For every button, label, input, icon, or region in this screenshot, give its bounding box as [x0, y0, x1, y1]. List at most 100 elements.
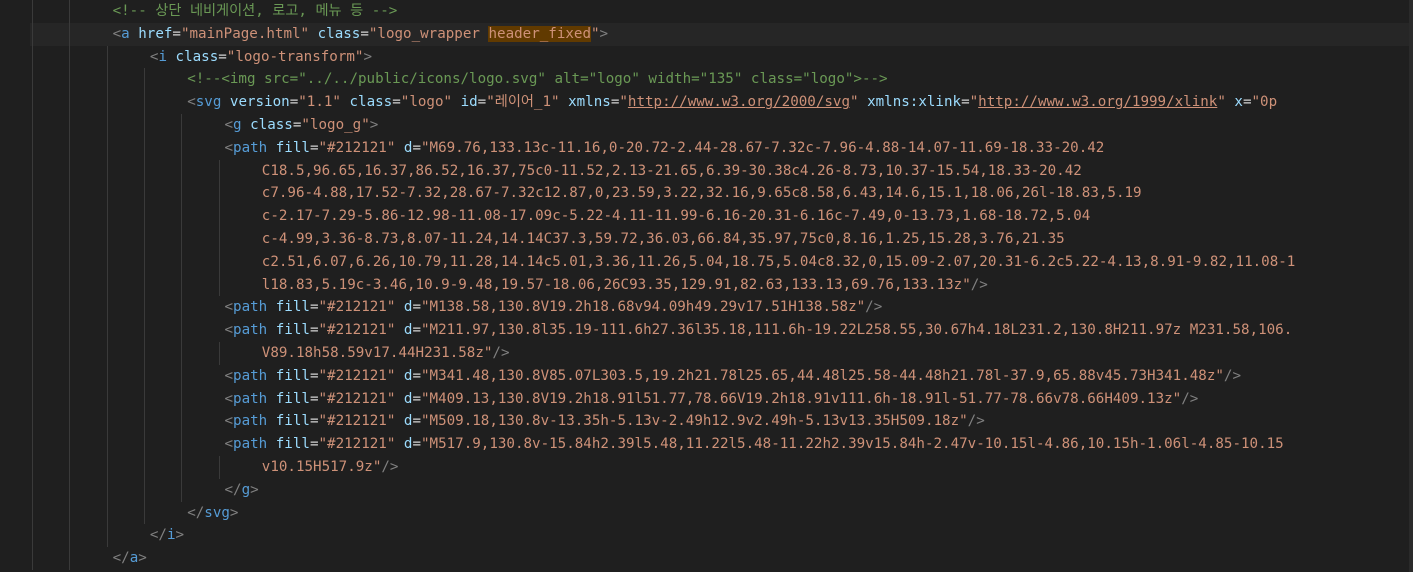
- code-token: =: [961, 94, 970, 111]
- code-token: >: [229, 504, 239, 521]
- code-line[interactable]: l18.83,5.19c-3.46,10.9-9.48,19.57-18.06,…: [30, 273, 1409, 297]
- code-editor[interactable]: <!-- 상단 네비게이션, 로고, 메뉴 등 --> <a href="main…: [0, 0, 1413, 572]
- code-line[interactable]: </a>: [30, 547, 1409, 570]
- code-line[interactable]: <path fill="#212121" d="M409.13,130.8V19…: [30, 387, 1409, 411]
- code-token: c7.96-4.88,17.52-7.32,28.67-7.32c12.87,0…: [261, 185, 1142, 202]
- code-line[interactable]: C18.5,96.65,16.37,86.52,16.37,75c0-11.52…: [30, 159, 1409, 183]
- code-line[interactable]: V89.18h58.59v17.44H231.58z"/>: [30, 341, 1409, 365]
- code-token: =: [412, 436, 421, 453]
- code-line[interactable]: v10.15H517.9z"/>: [30, 455, 1409, 479]
- code-token: >: [250, 481, 259, 498]
- indent-guide: [69, 45, 71, 69]
- code-token: =: [392, 94, 401, 111]
- code-token: svg: [204, 504, 230, 521]
- code-line[interactable]: <!-- 상단 네비게이션, 로고, 메뉴 등 -->: [30, 0, 1409, 23]
- code-token: "#212121": [318, 367, 396, 384]
- code-token: "0p: [1251, 94, 1278, 111]
- code-line[interactable]: </i>: [30, 524, 1409, 548]
- code-line[interactable]: c2.51,6.07,6.26,10.79,11.28,14.14c5.01,3…: [30, 250, 1409, 274]
- code-line[interactable]: <path fill="#212121" d="M341.48,130.8V85…: [30, 364, 1409, 388]
- code-token: path: [233, 413, 268, 430]
- code-token: "1.1": [298, 94, 341, 111]
- code-token: "logo_wrapper: [368, 25, 489, 42]
- code-token: </: [112, 550, 130, 567]
- indent-guide: [69, 341, 71, 365]
- indent-guide: [69, 410, 71, 434]
- code-line[interactable]: <a href="mainPage.html" class="logo_wrap…: [30, 22, 1409, 46]
- code-token: path: [233, 139, 268, 156]
- code-line[interactable]: <path fill="#212121" d="M138.58,130.8V19…: [30, 296, 1409, 320]
- code-line[interactable]: <path fill="#212121" d="M517.9,130.8v-15…: [30, 433, 1409, 456]
- indent-guide: [69, 433, 71, 456]
- code-token: c2.51,6.07,6.26,10.79,11.28,14.14c5.01,3…: [261, 253, 1296, 270]
- code-token: />: [381, 458, 399, 475]
- code-token: ": [1217, 94, 1226, 111]
- code-token: "M341.48,130.8V85.07L303.5,19.2h21.78l25…: [421, 367, 1224, 384]
- code-token: <: [224, 413, 234, 430]
- indent-guide: [32, 478, 33, 502]
- code-token: path: [233, 299, 268, 316]
- code-token: "#212121": [318, 322, 396, 339]
- code-token: <: [187, 94, 196, 111]
- code-text: <!--<img src="../../public/icons/logo.sv…: [187, 68, 887, 91]
- indent-guide: [181, 182, 183, 206]
- code-line[interactable]: c-2.17-7.29-5.86-12.98-11.08-17.09c-5.22…: [30, 205, 1409, 228]
- indent-guide: [32, 22, 33, 46]
- code-lines[interactable]: <!-- 상단 네비게이션, 로고, 메뉴 등 --> <a href="main…: [30, 0, 1409, 570]
- code-line[interactable]: <path fill="#212121" d="M509.18,130.8v-1…: [30, 410, 1409, 434]
- code-line[interactable]: <g class="logo_g">: [30, 113, 1409, 137]
- code-token: i: [166, 527, 176, 544]
- indent-guide: [143, 68, 145, 92]
- indent-guide: [106, 387, 108, 411]
- indent-guide: [181, 296, 183, 320]
- indent-guide: [32, 45, 33, 69]
- code-token: <: [224, 436, 234, 453]
- code-line[interactable]: <!--<img src="../../public/icons/logo.sv…: [30, 68, 1409, 92]
- indent-guide: [69, 113, 71, 137]
- code-text: <path fill="#212121" d="M517.9,130.8v-15…: [225, 433, 1284, 456]
- indent-guide: [143, 455, 145, 479]
- code-token: "logo_g": [301, 116, 370, 133]
- indent-guide: [106, 319, 108, 342]
- code-token: "M138.58,130.8V19.2h18.68v94.09h49.29v17…: [421, 299, 866, 316]
- code-text: c-2.17-7.29-5.86-12.98-11.08-17.09c-5.22…: [262, 205, 1091, 228]
- indent-guide: [143, 205, 145, 228]
- indent-guide: [32, 273, 33, 297]
- code-token: ": [619, 94, 628, 111]
- code-token: C18.5,96.65,16.37,86.52,16.37,75c0-11.52…: [261, 162, 1082, 179]
- indent-guide: [143, 478, 145, 502]
- code-line[interactable]: c-4.99,3.36-8.73,8.07-11.24,14.14C37.3,5…: [30, 227, 1409, 251]
- indent-guide: [69, 273, 71, 297]
- code-line[interactable]: <path fill="#212121" d="M211.97,130.8l35…: [30, 319, 1409, 342]
- code-line[interactable]: </g>: [30, 478, 1409, 502]
- code-token: http://www.w3.org/1999/xlink: [978, 94, 1218, 111]
- indent-guide: [106, 524, 108, 548]
- code-token: =: [360, 25, 369, 42]
- code-token: "mainPage.html": [180, 25, 310, 42]
- indent-guide: [143, 410, 145, 434]
- code-token: ": [969, 94, 979, 111]
- indent-guide: [106, 433, 108, 456]
- code-line[interactable]: c7.96-4.88,17.52-7.32,28.67-7.32c12.87,0…: [30, 182, 1409, 206]
- code-line[interactable]: <i class="logo-transform">: [30, 45, 1409, 69]
- code-token: ": [850, 94, 859, 111]
- code-line[interactable]: <svg version="1.1" class="logo" id="레이어_…: [30, 91, 1409, 114]
- code-token: x: [1234, 94, 1243, 111]
- code-token: >: [138, 550, 147, 567]
- code-token: fill: [275, 299, 310, 316]
- code-line[interactable]: </svg>: [30, 501, 1409, 525]
- code-token: fill: [275, 139, 310, 156]
- code-token: fill: [275, 322, 310, 339]
- code-line[interactable]: <path fill="#212121" d="M69.76,133.13c-1…: [30, 136, 1409, 160]
- vertical-scrollbar[interactable]: [1409, 0, 1413, 572]
- indent-guide: [106, 296, 108, 320]
- indent-guide: [181, 478, 183, 502]
